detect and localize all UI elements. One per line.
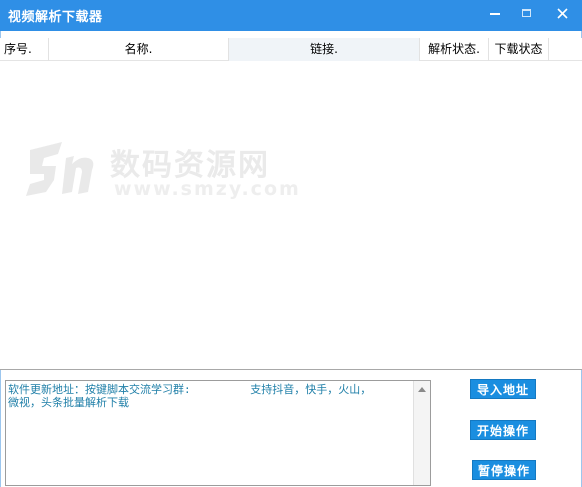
watermark-url: www.smzy.com — [114, 178, 301, 200]
close-icon — [556, 7, 568, 19]
column-header-link[interactable]: 链接. — [229, 38, 420, 61]
task-list[interactable]: 序号. 名称. 链接. 解析状态. 下载状态 数码资源网 www.smzy.co… — [0, 38, 582, 370]
column-header-name[interactable]: 名称. — [49, 38, 229, 61]
watermark-logo-icon — [26, 142, 94, 196]
column-header-seq[interactable]: 序号. — [0, 38, 49, 61]
import-address-button[interactable]: 导入地址 — [470, 379, 536, 399]
column-header-download-status[interactable]: 下载状态 — [489, 38, 549, 61]
pause-operation-button[interactable]: 暂停操作 — [472, 460, 536, 480]
log-textarea[interactable]: 软件更新地址：按键脚本交流学习群: 支持抖音，快手，火山， 微视，头条批量解析下… — [5, 380, 431, 486]
maximize-button[interactable] — [509, 0, 543, 26]
title-bar: 视频解析下载器 — [0, 0, 582, 31]
minimize-icon — [490, 13, 500, 15]
close-button[interactable] — [545, 0, 579, 26]
log-text: 软件更新地址：按键脚本交流学习群: 支持抖音，快手，火山， 微视，头条批量解析下… — [8, 383, 372, 409]
watermark: 数码资源网 www.smzy.com — [22, 136, 299, 236]
maximize-icon — [521, 9, 531, 17]
minimize-button[interactable] — [478, 0, 512, 26]
column-header-parse-status[interactable]: 解析状态. — [420, 38, 489, 61]
log-scrollbar[interactable] — [413, 381, 430, 485]
start-operation-button[interactable]: 开始操作 — [470, 420, 536, 440]
list-header: 序号. 名称. 链接. 解析状态. 下载状态 — [0, 38, 582, 61]
window-title: 视频解析下载器 — [8, 10, 103, 25]
scroll-up-icon[interactable] — [418, 387, 426, 392]
